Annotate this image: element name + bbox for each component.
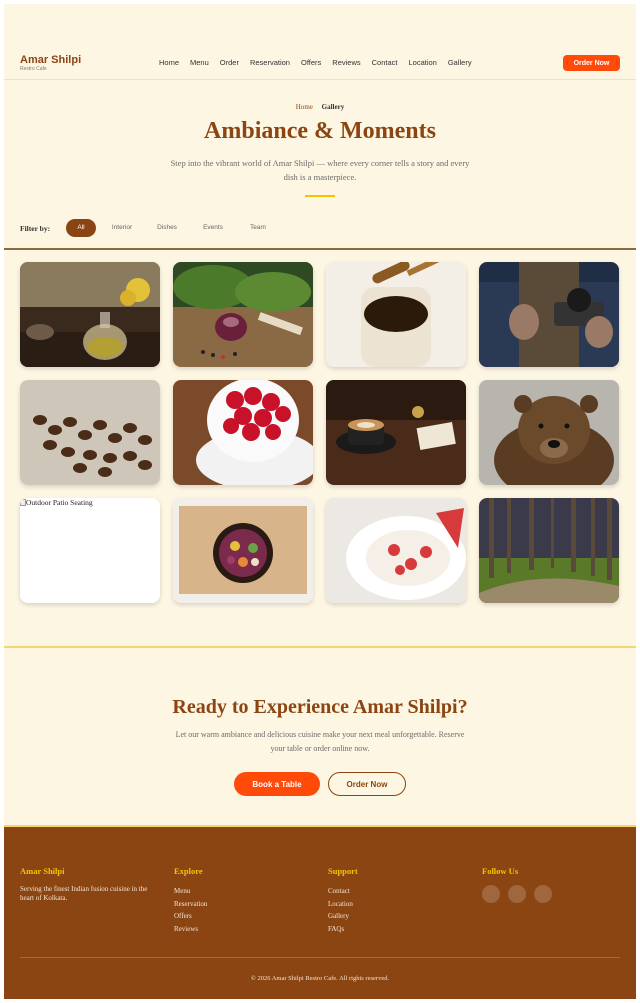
nav-home[interactable]: Home (159, 58, 179, 68)
honey-photo (326, 262, 466, 367)
nav-menu[interactable]: Menu (190, 58, 209, 68)
footer-divider (20, 957, 620, 958)
cta-order-button[interactable]: Order Now (328, 772, 406, 796)
breadcrumb: Home Gallery (4, 103, 636, 111)
gallery-filter: Filter by: All Interior Dishes Events Te… (20, 219, 620, 237)
footer-link-faqs[interactable]: FAQs (328, 923, 358, 936)
footer-link-location[interactable]: Location (328, 898, 358, 911)
site-header: Amar Shilpi Restro Cafe Home Menu Order … (4, 48, 636, 80)
filter-chip-team[interactable]: Team (242, 219, 274, 237)
gallery-item-vegetables[interactable] (173, 262, 313, 367)
camera-photo (479, 262, 619, 367)
header-order-button[interactable]: Order Now (563, 55, 620, 71)
gallery-item-strawberry-yogurt[interactable] (326, 498, 466, 603)
footer-link-reviews[interactable]: Reviews (174, 923, 207, 936)
cta-text: Let our warm ambiance and delicious cuis… (175, 730, 465, 753)
footer-explore-heading: Explore (174, 866, 203, 876)
filter-divider (4, 248, 636, 250)
filter-label: Filter by: (20, 224, 51, 233)
salad-bowl-photo (173, 498, 313, 603)
footer-brand-heading: Amar Shilpi (20, 866, 65, 876)
book-table-button[interactable]: Book a Table (234, 772, 320, 796)
footer-link-reservation[interactable]: Reservation (174, 898, 207, 911)
cta-title: Ready to Experience Amar Shilpi? (172, 696, 468, 718)
footer-support-heading: Support (328, 866, 358, 876)
footer-explore: Explore Menu Reservation Offers Reviews (174, 866, 207, 935)
filter-chip-dishes[interactable]: Dishes (150, 219, 184, 237)
vegetables-photo (173, 262, 313, 367)
nav-reservation[interactable]: Reservation (250, 58, 290, 68)
gallery-item-teapot[interactable] (20, 262, 160, 367)
raspberries-photo (173, 380, 313, 485)
gallery-item-raspberries[interactable] (173, 380, 313, 485)
strawberry-yogurt-photo (326, 498, 466, 603)
gallery-item-latte[interactable] (326, 380, 466, 485)
copyright: © 2026 Amar Shilpi Restro Cafe. All righ… (250, 975, 390, 982)
nav-offers[interactable]: Offers (301, 58, 321, 68)
latte-photo (326, 380, 466, 485)
social-links (482, 885, 552, 903)
filter-chip-all[interactable]: All (66, 219, 96, 237)
brand-tagline: Restro Cafe (20, 66, 47, 72)
bear-photo (479, 380, 619, 485)
footer-link-menu[interactable]: Menu (174, 885, 207, 898)
forest-path-photo (479, 498, 619, 603)
page-title: Ambiance & Moments (204, 118, 436, 144)
gallery-item-patio[interactable]: Outdoor Patio Seating (20, 498, 160, 603)
filter-chip-events[interactable]: Events (196, 219, 230, 237)
teapot-photo (20, 262, 160, 367)
gallery-item-salad-bowl[interactable] (173, 498, 313, 603)
brand-name: Amar Shilpi (20, 54, 82, 66)
cta-divider (4, 646, 636, 648)
social-icon-2[interactable] (508, 885, 526, 903)
nav-location[interactable]: Location (408, 58, 436, 68)
footer-link-contact[interactable]: Contact (328, 885, 358, 898)
nav-contact[interactable]: Contact (372, 58, 398, 68)
coffee-beans-photo (20, 380, 160, 485)
gallery-item-forest-path[interactable] (479, 498, 619, 603)
footer-follow: Follow Us (482, 866, 552, 903)
filter-chip-interior[interactable]: Interior (104, 219, 140, 237)
broken-image-alt: Outdoor Patio Seating (26, 498, 93, 507)
site-footer: Amar Shilpi Serving the finest Indian fu… (4, 825, 636, 999)
footer-brand: Amar Shilpi Serving the finest Indian fu… (20, 866, 156, 903)
footer-support: Support Contact Location Gallery FAQs (328, 866, 358, 935)
gallery-item-bear[interactable] (479, 380, 619, 485)
brand-logo[interactable]: Amar Shilpi Restro Cafe (20, 54, 81, 73)
title-underline (305, 195, 335, 197)
footer-brand-text: Serving the finest Indian fusion cuisine… (20, 885, 148, 902)
gallery-item-camera[interactable] (479, 262, 619, 367)
social-icon-3[interactable] (534, 885, 552, 903)
nav-reviews[interactable]: Reviews (332, 58, 360, 68)
footer-follow-heading: Follow Us (482, 866, 519, 876)
footer-link-offers[interactable]: Offers (174, 910, 207, 923)
page-subtitle: Step into the vibrant world of Amar Shil… (170, 158, 470, 182)
breadcrumb-home[interactable]: Home (296, 103, 313, 111)
breadcrumb-current: Gallery (321, 103, 345, 111)
page-frame: Amar Shilpi Restro Cafe Home Menu Order … (4, 4, 636, 999)
main-nav: Home Menu Order Reservation Offers Revie… (159, 58, 472, 68)
gallery-item-coffee-beans[interactable] (20, 380, 160, 485)
footer-link-gallery[interactable]: Gallery (328, 910, 358, 923)
gallery-item-honey[interactable] (326, 262, 466, 367)
nav-gallery[interactable]: Gallery (448, 58, 472, 68)
nav-order[interactable]: Order (220, 58, 239, 68)
social-icon-1[interactable] (482, 885, 500, 903)
